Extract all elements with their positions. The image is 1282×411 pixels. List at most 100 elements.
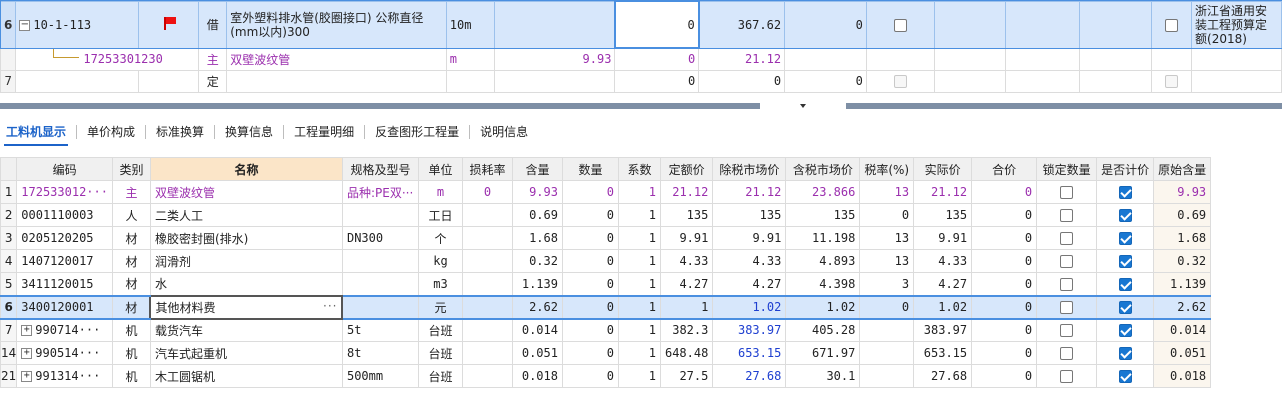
quota-checkbox[interactable] — [893, 18, 907, 32]
cell-qty[interactable]: 0 — [561, 180, 619, 204]
cell-qty[interactable]: 0 — [561, 249, 619, 273]
sub-code-cell[interactable]: 17253301230 — [15, 47, 200, 71]
cell-lock[interactable] — [1036, 294, 1098, 320]
tab-unit-price-composition[interactable]: 单价构成 — [81, 118, 141, 146]
cell-coef[interactable]: 1 — [617, 226, 661, 250]
col-header-content[interactable]: 含量 — [511, 157, 563, 181]
quota-checkbox-2[interactable] — [1165, 18, 1179, 32]
table-row[interactable]: 14 +990514··· 机 汽车式起重机 8t 台班 0.051 0 1 6… — [0, 341, 1212, 365]
col-header-lock-qty[interactable]: 锁定数量 — [1036, 157, 1098, 181]
cell-code[interactable]: 172533012··· — [16, 180, 113, 204]
quota-check-cell-2[interactable] — [1151, 0, 1193, 49]
cell-coef[interactable]: 1 — [617, 364, 661, 388]
cell-priced[interactable] — [1096, 364, 1155, 388]
quota-name[interactable]: 室外塑料排水管(胶圈接口) 公称直径(mm以内)300 — [226, 0, 447, 49]
priced-checkbox[interactable] — [1118, 277, 1132, 291]
cell-lock[interactable] — [1036, 226, 1098, 250]
priced-checkbox[interactable] — [1118, 347, 1132, 360]
cell-priced[interactable] — [1096, 249, 1155, 273]
quota-code-cell[interactable]: −10-1-113 — [15, 0, 140, 49]
priced-checkbox[interactable] — [1118, 186, 1132, 199]
priced-checkbox[interactable] — [1118, 370, 1132, 383]
col-header-total[interactable]: 合价 — [971, 157, 1038, 181]
cell-loss[interactable] — [461, 272, 513, 296]
table-row[interactable]: 2 0001110003 人 二类人工 工日 0.69 0 1 135 135 … — [0, 203, 1212, 227]
quota-row-7[interactable]: 7 定 0 0 0 — [0, 69, 1282, 93]
lock-checkbox[interactable] — [1060, 324, 1074, 338]
col-header-tax-rate[interactable]: 税率(%) — [859, 157, 915, 181]
cell-ex-tax-price[interactable]: 135 — [712, 203, 787, 227]
cell-name[interactable]: 二类人工 — [149, 203, 343, 227]
tab-standard-conversion[interactable]: 标准换算 — [150, 118, 210, 146]
cell-spec[interactable]: 5t — [341, 318, 419, 342]
expand-icon[interactable]: + — [21, 371, 33, 382]
col-header-actual-price[interactable]: 实际价 — [913, 157, 973, 181]
row7-check-cell[interactable] — [865, 69, 935, 93]
lock-checkbox[interactable] — [1060, 301, 1074, 314]
cell-spec[interactable] — [341, 272, 419, 296]
sub-qty[interactable]: 9.93 — [493, 47, 616, 71]
expand-icon[interactable]: + — [21, 348, 33, 359]
cell-name[interactable]: 润滑剂 — [149, 249, 343, 273]
quota-value-a[interactable]: 0 — [613, 0, 700, 49]
cell-ex-tax-price[interactable]: 9.91 — [712, 226, 787, 250]
col-header-unit[interactable]: 单位 — [417, 157, 463, 181]
sub-name[interactable]: 双壁波纹管 — [226, 47, 447, 71]
table-row[interactable]: 7 +990714··· 机 载货汽车 5t 台班 0.014 0 1 382.… — [0, 318, 1212, 342]
row7-checkbox-2[interactable] — [1165, 75, 1179, 88]
cell-priced[interactable] — [1096, 341, 1155, 365]
cell-tax-rate[interactable] — [859, 341, 915, 365]
cell-content[interactable]: 9.93 — [511, 180, 563, 204]
cell-ex-tax-price[interactable]: 4.27 — [712, 272, 787, 296]
quota-qty[interactable] — [493, 0, 616, 49]
cell-name[interactable]: 双壁波纹管 — [149, 180, 343, 204]
cell-coef[interactable]: 1 — [617, 294, 661, 320]
cell-priced[interactable] — [1096, 272, 1155, 296]
cell-qty[interactable]: 0 — [561, 226, 619, 250]
quota-check-cell[interactable] — [865, 0, 935, 49]
cell-in-tax-price[interactable]: 11.198 — [785, 226, 861, 250]
cell-lock[interactable] — [1036, 249, 1098, 273]
cell-tax-rate[interactable] — [859, 364, 915, 388]
col-header-loss-rate[interactable]: 损耗率 — [461, 157, 513, 181]
cell-lock[interactable] — [1036, 318, 1098, 342]
cell-priced[interactable] — [1096, 226, 1155, 250]
cell-code[interactable]: 1407120017 — [16, 249, 113, 273]
cell-tax-rate[interactable]: 13 — [859, 226, 915, 250]
col-header-coefficient[interactable]: 系数 — [617, 157, 661, 181]
cell-tax-rate[interactable] — [859, 318, 915, 342]
cell-ex-tax-price[interactable]: 1.02 — [712, 294, 787, 320]
cell-loss[interactable] — [461, 364, 513, 388]
cell-coef[interactable]: 1 — [617, 318, 661, 342]
cell-coef[interactable]: 1 — [617, 249, 661, 273]
row7-qty[interactable] — [493, 69, 616, 93]
cell-spec[interactable]: 500mm — [341, 364, 419, 388]
cell-content[interactable]: 1.139 — [511, 272, 563, 296]
col-header-ex-tax-price[interactable]: 除税市场价 — [712, 157, 787, 181]
cell-loss[interactable] — [461, 226, 513, 250]
lock-checkbox[interactable] — [1060, 186, 1074, 199]
cell-qty[interactable]: 0 — [561, 318, 619, 342]
lock-checkbox[interactable] — [1060, 209, 1074, 222]
cell-spec[interactable] — [341, 294, 419, 320]
cell-qty[interactable]: 0 — [561, 203, 619, 227]
table-row[interactable]: 5 3411120015 材 水 m3 1.139 0 1 4.27 4.27 … — [0, 272, 1212, 296]
cell-code[interactable]: +991314··· — [16, 364, 113, 388]
col-header-quota-price[interactable]: 定额价 — [659, 157, 714, 181]
cell-coef[interactable]: 1 — [617, 341, 661, 365]
cell-content[interactable]: 0.69 — [511, 203, 563, 227]
cell-coef[interactable]: 1 — [617, 180, 661, 204]
cell-name[interactable]: 水 — [149, 272, 343, 296]
more-options-icon[interactable]: ··· — [323, 299, 337, 313]
lock-checkbox[interactable] — [1060, 370, 1074, 383]
cell-lock[interactable] — [1036, 341, 1098, 365]
cell-spec[interactable]: DN300 — [341, 226, 419, 250]
lock-checkbox[interactable] — [1060, 277, 1074, 291]
lock-checkbox[interactable] — [1060, 232, 1074, 245]
cell-loss[interactable] — [461, 318, 513, 342]
cell-qty[interactable]: 0 — [561, 364, 619, 388]
tab-description[interactable]: 说明信息 — [474, 118, 534, 146]
cell-tax-rate[interactable]: 0 — [859, 294, 915, 320]
cell-tax-rate[interactable]: 3 — [859, 272, 915, 296]
table-row[interactable]: 4 1407120017 材 润滑剂 kg 0.32 0 1 4.33 4.33… — [0, 249, 1212, 273]
